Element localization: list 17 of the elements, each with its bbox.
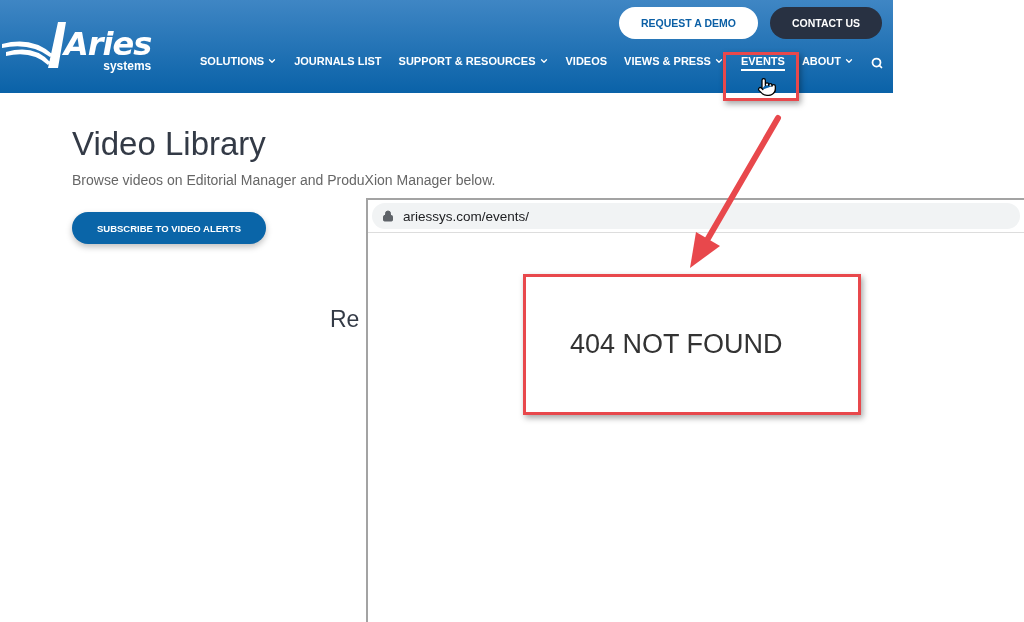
subscribe-button[interactable]: SUBSCRIBE TO VIDEO ALERTS bbox=[72, 212, 266, 245]
nav-link[interactable]: SUPPORT & RESOURCES bbox=[398, 55, 549, 71]
contact-button[interactable]: CONTACT US bbox=[769, 7, 882, 39]
logo-name[interactable]: Aries bbox=[64, 27, 152, 60]
section-heading: Re bbox=[330, 306, 360, 334]
page-subtitle: Browse videos on Editorial Manager and ProduXion Manager below. bbox=[72, 172, 497, 190]
nav-link[interactable]: EVENTS bbox=[740, 55, 785, 71]
nav-link[interactable]: VIDEOS bbox=[565, 55, 608, 71]
page-title: Video Library bbox=[72, 126, 267, 163]
logo-tagline[interactable]: systems bbox=[103, 59, 152, 72]
nav-link[interactable]: ABOUT bbox=[801, 55, 854, 71]
demo-button[interactable]: REQUEST A DEMO bbox=[619, 7, 758, 39]
nav-link[interactable]: VIEWS & PRESS bbox=[624, 55, 724, 71]
nav-link[interactable]: JOURNALS LIST bbox=[294, 55, 382, 71]
error-message: 404 NOT FOUND bbox=[570, 329, 783, 360]
address-bar[interactable]: ariessys.com/events/ bbox=[372, 203, 1020, 229]
nav-link[interactable]: SOLUTIONS bbox=[200, 55, 278, 71]
